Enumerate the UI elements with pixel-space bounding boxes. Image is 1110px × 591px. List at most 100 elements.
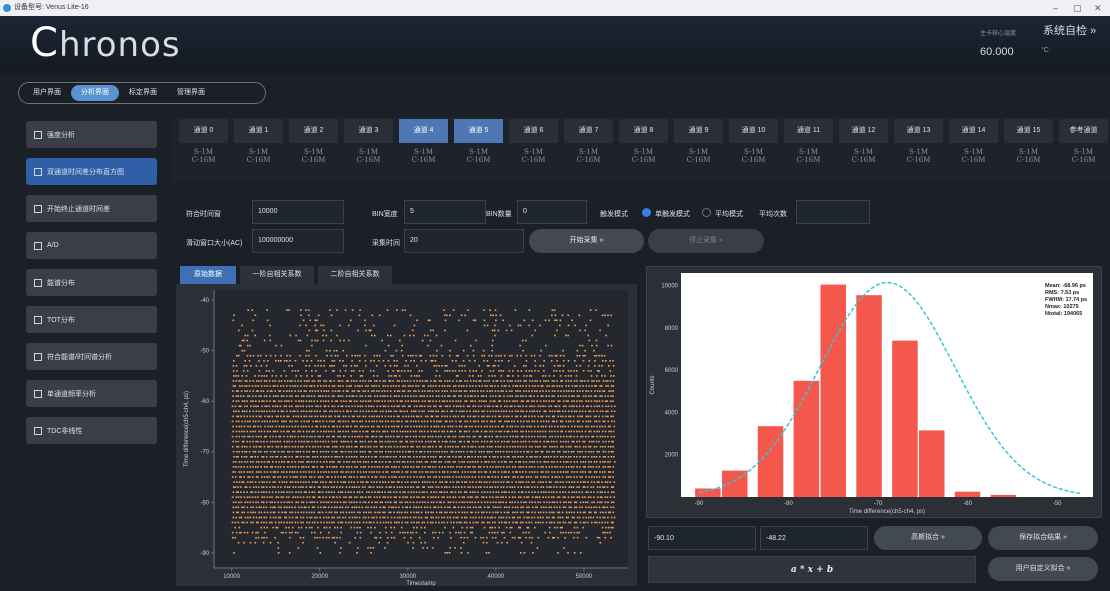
scatter-point bbox=[339, 436, 341, 438]
channel-13[interactable]: 通道 13S-1MC-16M bbox=[891, 119, 946, 177]
channel-11[interactable]: 通道 11S-1MC-16M bbox=[781, 119, 836, 177]
average-count-input[interactable] bbox=[796, 200, 870, 224]
nav-tab-1[interactable]: 分析界面 bbox=[71, 85, 119, 101]
scatter-point bbox=[509, 466, 511, 468]
scatter-point bbox=[382, 446, 384, 448]
channel-button[interactable]: 通道 13 bbox=[894, 119, 943, 143]
sidebar-item-8[interactable]: TDC非线性 bbox=[26, 417, 157, 444]
channel-button[interactable]: 通道 7 bbox=[564, 119, 613, 143]
start-acquisition-button[interactable]: 开始采集 » bbox=[529, 229, 644, 253]
channel-button[interactable]: 通道 9 bbox=[674, 119, 723, 143]
channel-9[interactable]: 通道 9S-1MC-16M bbox=[671, 119, 726, 177]
plot-tab-2[interactable]: 二阶自相关系数 bbox=[318, 266, 392, 284]
stop-acquisition-button[interactable]: 停止采集 » bbox=[648, 229, 764, 253]
average-mode-radio[interactable] bbox=[702, 208, 711, 217]
scatter-point bbox=[364, 451, 366, 453]
scatter-point bbox=[266, 385, 268, 387]
scatter-point bbox=[308, 315, 310, 317]
scatter-point bbox=[579, 426, 581, 428]
channel-button[interactable]: 通道 4 bbox=[399, 119, 448, 143]
sidebar-item-4[interactable]: 能谱分布 bbox=[26, 269, 157, 296]
scatter-point bbox=[484, 481, 486, 483]
channel-button[interactable]: 通道 14 bbox=[949, 119, 998, 143]
plot-tab-0[interactable]: 原始数据 bbox=[180, 266, 236, 284]
channel-6[interactable]: 通道 6S-1MC-16M bbox=[506, 119, 561, 177]
scatter-point bbox=[476, 370, 478, 372]
scatter-point bbox=[454, 461, 456, 463]
channel-button[interactable]: 通道 0 bbox=[179, 119, 228, 143]
sidebar-item-7[interactable]: 单通道频率分析 bbox=[26, 380, 157, 407]
sidebar-item-1[interactable]: 双通道时间差分布直方图 bbox=[26, 158, 157, 185]
scatter-point bbox=[441, 466, 443, 468]
scatter-point bbox=[559, 512, 561, 514]
scatter-point bbox=[472, 390, 474, 392]
scatter-point bbox=[488, 380, 490, 382]
channel-button[interactable]: 通道 11 bbox=[784, 119, 833, 143]
self-check-button[interactable]: 系统自检 » bbox=[1043, 22, 1096, 38]
plot-tab-1[interactable]: 一阶自相关系数 bbox=[240, 266, 314, 284]
sidebar-item-6[interactable]: 符合能谱/时间谱分析 bbox=[26, 343, 157, 370]
sidebar-item-0[interactable]: 强度分析 bbox=[26, 121, 157, 148]
scatter-point bbox=[256, 416, 258, 418]
scatter-point bbox=[347, 507, 349, 509]
scatter-point bbox=[610, 395, 612, 397]
channel-3[interactable]: 通道 3S-1MC-16M bbox=[341, 119, 396, 177]
channel-button[interactable]: 通道 10 bbox=[729, 119, 778, 143]
channel-8[interactable]: 通道 8S-1MC-16M bbox=[616, 119, 671, 177]
channel-14[interactable]: 通道 14S-1MC-16M bbox=[946, 119, 1001, 177]
scatter-point bbox=[605, 406, 607, 408]
channel-1[interactable]: 通道 1S-1MC-16M bbox=[231, 119, 286, 177]
scatter-point bbox=[548, 471, 550, 473]
channel-button[interactable]: 通道 2 bbox=[289, 119, 338, 143]
scatter-point bbox=[256, 365, 258, 367]
coincidence-window-input[interactable]: 10000 bbox=[252, 200, 344, 224]
scatter-point bbox=[495, 426, 497, 428]
channel-button[interactable]: 参考通道 bbox=[1059, 119, 1108, 143]
scatter-point bbox=[514, 476, 516, 478]
channel-button[interactable]: 通道 15 bbox=[1004, 119, 1053, 143]
close-button[interactable]: ✕ bbox=[1094, 0, 1102, 16]
sidebar-item-3[interactable]: A/D bbox=[26, 232, 157, 259]
scatter-point bbox=[587, 491, 589, 493]
sidebar-item-5[interactable]: TOT分布 bbox=[26, 306, 157, 333]
channel-button[interactable]: 通道 8 bbox=[619, 119, 668, 143]
minimize-button[interactable]: – bbox=[1053, 0, 1058, 16]
channel-4[interactable]: 通道 4S-1MC-16M bbox=[396, 119, 451, 177]
nav-tab-2[interactable]: 标定界面 bbox=[119, 85, 167, 101]
channel-button[interactable]: 通道 12 bbox=[839, 119, 888, 143]
channel-button[interactable]: 通道 3 bbox=[344, 119, 393, 143]
bin-width-input[interactable]: 5 bbox=[404, 200, 486, 224]
scatter-point bbox=[491, 436, 493, 438]
nav-tab-3[interactable]: 管理界面 bbox=[167, 85, 215, 101]
nav-tab-0[interactable]: 用户界面 bbox=[23, 85, 71, 101]
sidebar-item-2[interactable]: 开始终止通道时间差 bbox=[26, 195, 157, 222]
sliding-window-input[interactable]: 100000000 bbox=[252, 229, 344, 253]
scatter-point bbox=[565, 486, 567, 488]
channel-2[interactable]: 通道 2S-1MC-16M bbox=[286, 119, 341, 177]
scatter-point bbox=[390, 456, 392, 458]
single-trigger-radio[interactable] bbox=[642, 208, 651, 217]
channel-7[interactable]: 通道 7S-1MC-16M bbox=[561, 119, 616, 177]
scatter-point bbox=[369, 471, 371, 473]
scatter-point bbox=[461, 411, 463, 413]
scatter-point bbox=[554, 471, 556, 473]
bin-count-input[interactable]: 0 bbox=[517, 200, 587, 224]
channel-10[interactable]: 通道 10S-1MC-16M bbox=[726, 119, 781, 177]
scatter-point bbox=[493, 507, 495, 509]
scatter-point bbox=[257, 522, 259, 524]
channel-button[interactable]: 通道 6 bbox=[509, 119, 558, 143]
channel-button[interactable]: 通道 5 bbox=[454, 119, 503, 143]
scatter-point bbox=[562, 350, 564, 352]
scatter-point bbox=[379, 461, 381, 463]
channel-5[interactable]: 通道 5S-1MC-16M bbox=[451, 119, 506, 177]
channel-15[interactable]: 通道 15S-1MC-16M bbox=[1001, 119, 1056, 177]
scatter-point bbox=[574, 411, 576, 413]
acq-time-input[interactable]: 20 bbox=[404, 229, 524, 253]
channel-button[interactable]: 通道 1 bbox=[234, 119, 283, 143]
scatter-point bbox=[444, 436, 446, 438]
maximize-button[interactable]: ▢ bbox=[1073, 0, 1082, 16]
scatter-point bbox=[243, 416, 245, 418]
channel-16[interactable]: 参考通道S-1MC-16M bbox=[1056, 119, 1110, 177]
channel-0[interactable]: 通道 0S-1MC-16M bbox=[176, 119, 231, 177]
channel-12[interactable]: 通道 12S-1MC-16M bbox=[836, 119, 891, 177]
